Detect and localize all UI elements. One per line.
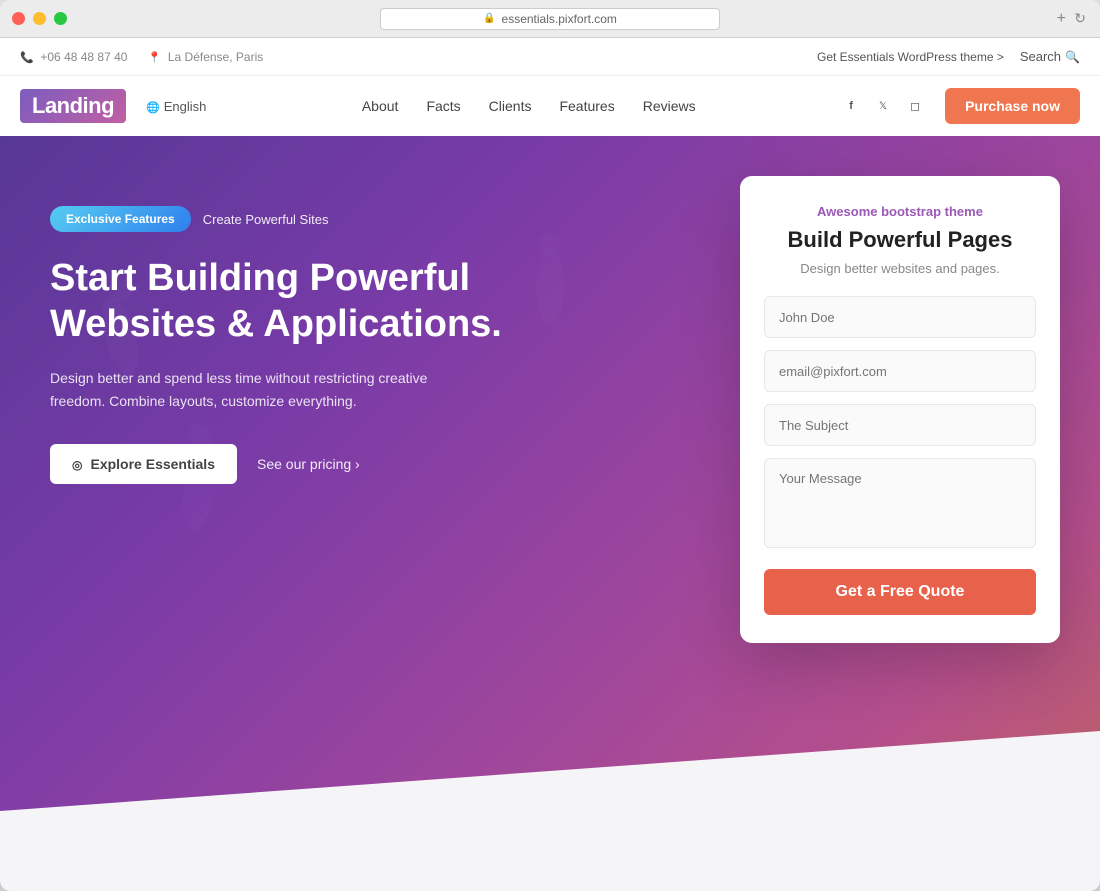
maximize-button[interactable] xyxy=(54,12,67,25)
email-input[interactable] xyxy=(764,350,1036,392)
hero-badges: Exclusive Features Create Powerful Sites xyxy=(50,206,740,232)
close-button[interactable] xyxy=(12,12,25,25)
message-textarea[interactable] xyxy=(764,458,1036,548)
location-text: La Défense, Paris xyxy=(168,50,263,64)
location-info: La Défense, Paris xyxy=(147,50,263,64)
lock-icon: 🔒 xyxy=(483,13,495,24)
social-links xyxy=(841,96,925,116)
hero-left: Exclusive Features Create Powerful Sites… xyxy=(50,176,740,484)
titlebar: 🔒 essentials.pixfort.com ↻ + xyxy=(0,0,1100,38)
globe-icon xyxy=(146,99,160,114)
compass-icon xyxy=(72,456,82,472)
nav-reviews[interactable]: Reviews xyxy=(643,98,696,114)
new-tab-button[interactable]: + xyxy=(1057,10,1066,28)
nav-about[interactable]: About xyxy=(362,98,399,114)
search-button[interactable]: Search xyxy=(1020,49,1080,64)
nav-links: About Facts Clients Features Reviews xyxy=(236,98,821,114)
facebook-icon[interactable] xyxy=(841,96,861,116)
submit-button[interactable]: Get a Free Quote xyxy=(764,569,1036,615)
address-bar[interactable]: 🔒 essentials.pixfort.com xyxy=(380,8,720,30)
pricing-link[interactable]: See our pricing › xyxy=(257,456,360,472)
badge-secondary-text: Create Powerful Sites xyxy=(203,212,329,227)
nav-clients[interactable]: Clients xyxy=(489,98,532,114)
nav-facts[interactable]: Facts xyxy=(426,98,460,114)
phone-icon xyxy=(20,50,34,64)
hero-cta: Explore Essentials See our pricing › xyxy=(50,444,740,484)
hero-title: Start Building Powerful Websites & Appli… xyxy=(50,256,550,347)
location-icon xyxy=(147,50,161,64)
purchase-button[interactable]: Purchase now xyxy=(945,88,1080,124)
exclusive-badge: Exclusive Features xyxy=(50,206,191,232)
subject-input[interactable] xyxy=(764,404,1036,446)
site-logo[interactable]: Landing xyxy=(20,89,126,123)
twitter-icon[interactable] xyxy=(873,96,893,116)
form-subtitle: Awesome bootstrap theme xyxy=(764,204,1036,219)
promo-link[interactable]: Get Essentials WordPress theme > xyxy=(817,50,1004,64)
navbar: Landing English About Facts Clients Feat… xyxy=(0,76,1100,136)
url-text: essentials.pixfort.com xyxy=(502,12,617,26)
topbar-left: +06 48 48 87 40 La Défense, Paris xyxy=(20,50,263,64)
refresh-button[interactable]: ↻ xyxy=(1074,10,1086,27)
hero-section: Exclusive Features Create Powerful Sites… xyxy=(0,136,1100,891)
website-content: +06 48 48 87 40 La Défense, Paris Get Es… xyxy=(0,38,1100,891)
form-title: Build Powerful Pages xyxy=(764,227,1036,253)
topbar-right: Get Essentials WordPress theme > Search xyxy=(817,49,1080,64)
name-input[interactable] xyxy=(764,296,1036,338)
form-description: Design better websites and pages. xyxy=(764,261,1036,276)
phone-number: +06 48 48 87 40 xyxy=(40,50,127,64)
language-selector[interactable]: English xyxy=(146,99,206,114)
instagram-icon[interactable] xyxy=(905,96,925,116)
explore-button[interactable]: Explore Essentials xyxy=(50,444,237,484)
nav-features[interactable]: Features xyxy=(559,98,614,114)
topbar: +06 48 48 87 40 La Défense, Paris Get Es… xyxy=(0,38,1100,76)
language-label: English xyxy=(164,99,207,114)
window-controls xyxy=(12,12,67,25)
mac-window: 🔒 essentials.pixfort.com ↻ + +06 48 48 8… xyxy=(0,0,1100,891)
search-icon xyxy=(1065,49,1080,64)
phone-info: +06 48 48 87 40 xyxy=(20,50,127,64)
hero-description: Design better and spend less time withou… xyxy=(50,367,450,412)
contact-form-card: Awesome bootstrap theme Build Powerful P… xyxy=(740,176,1060,643)
explore-label: Explore Essentials xyxy=(90,456,215,472)
search-label: Search xyxy=(1020,49,1061,64)
minimize-button[interactable] xyxy=(33,12,46,25)
hero-content: Exclusive Features Create Powerful Sites… xyxy=(0,136,1100,891)
